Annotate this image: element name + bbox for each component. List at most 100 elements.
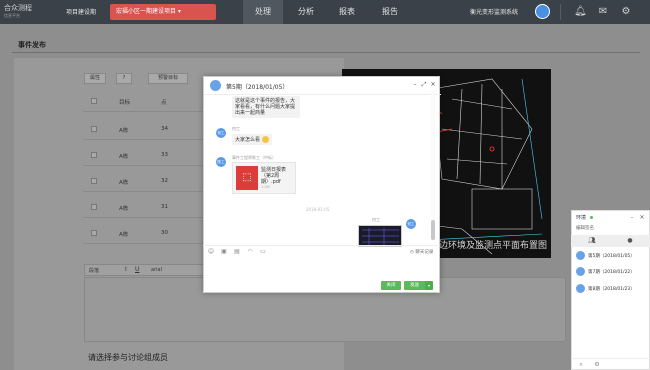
attribute-button-label: 属性	[89, 75, 100, 81]
row-checkbox[interactable]	[91, 152, 97, 158]
image-upload-icon[interactable]: ▣	[220, 248, 228, 256]
format-select[interactable]: 段落	[89, 267, 99, 274]
title-divider	[12, 52, 640, 53]
font-select[interactable]: arial	[151, 267, 162, 273]
maximize-icon[interactable]: ⤢	[420, 80, 428, 90]
file-attachment[interactable]: ⬚ 监测日报表（第2周期）.pdf 1.0M	[232, 162, 296, 194]
minimize-icon[interactable]: –	[411, 80, 419, 90]
send-button[interactable]: 发送	[404, 281, 425, 290]
message-sender: 何工	[372, 217, 380, 222]
col-point-header: 点	[161, 100, 167, 106]
page-title: 事件发布	[18, 41, 46, 49]
underline-icon[interactable]: U	[135, 266, 139, 273]
col-target-header: 目标	[119, 100, 131, 106]
table-row[interactable]: A栋 31	[83, 198, 203, 218]
row-value: 34	[161, 126, 168, 132]
tab-process-label: 处理	[255, 7, 271, 16]
row-target: A栋	[119, 180, 129, 186]
group-list-item[interactable]: 第7期（2018/01/22）	[576, 266, 646, 278]
gear-icon[interactable]: ⚙	[620, 6, 632, 18]
message-timestamp: 2018-01-05	[306, 207, 330, 212]
send-options-caret[interactable]: ▾	[425, 281, 433, 290]
mail-icon[interactable]: ✉	[597, 6, 609, 18]
close-button-label: 关闭	[386, 283, 396, 288]
group-avatar	[576, 267, 585, 276]
table-row[interactable]: A栋 32	[83, 172, 203, 192]
italic-icon[interactable]: I	[125, 266, 127, 273]
message-avatar: 陈工	[216, 157, 226, 167]
tab-report-sheets-label: 报表	[339, 7, 355, 16]
group-list-item[interactable]: 第5期（2018/01/05）	[576, 250, 646, 262]
user-avatar[interactable]	[535, 4, 550, 19]
logo-text: 合众测程	[4, 4, 32, 12]
pdf-icon: ⬚	[236, 166, 258, 190]
chat-toolbar: ☺ ▣ ▤ ◠ ▭	[203, 245, 440, 257]
tab-report-sheets[interactable]: 报表	[327, 0, 367, 24]
nav-divider	[560, 4, 561, 20]
panel-close-icon[interactable]: ✕	[636, 212, 648, 224]
project-select-value: 宏福小区一期建设项目	[116, 8, 177, 15]
message-avatar: 何工	[406, 219, 416, 229]
app-logo[interactable]: 合众测程 信息平台	[4, 4, 32, 20]
settings-icon[interactable]: ⚙	[593, 361, 601, 369]
screenshot-icon[interactable]: ▭	[259, 248, 267, 256]
tab-process[interactable]: 处理	[243, 0, 283, 24]
chat-modal-header: 第5期（2018/01/05） – ⤢ ✕	[204, 77, 441, 95]
row-target: A栋	[119, 206, 129, 212]
row-value: 33	[161, 152, 168, 158]
contact-panel-title: 环境	[576, 215, 587, 221]
user-name[interactable]: 衡光变形监测系统	[470, 7, 518, 16]
help-button-label: ?	[122, 75, 126, 81]
cad-caption: 周边环境及监测点平面布置图	[430, 241, 548, 251]
tab-analysis[interactable]: 分析	[287, 0, 325, 24]
group-name: 第7期（2018/01/22）	[588, 270, 635, 275]
group-avatar	[576, 284, 585, 293]
table-row[interactable]: A栋 33	[83, 146, 203, 166]
image-message[interactable]	[358, 225, 402, 247]
emoji-picker-icon[interactable]: ☺	[207, 248, 215, 256]
row-checkbox[interactable]	[91, 126, 97, 132]
bell-icon[interactable]: 🔔︎	[574, 6, 587, 18]
tab-reports[interactable]: 报告	[370, 0, 410, 24]
table-header-row: 目标 点	[83, 92, 203, 112]
contact-panel-tabs	[571, 235, 650, 247]
group-list-item[interactable]: 第8期（2018/01/23）	[576, 283, 646, 295]
emoji-icon	[261, 136, 269, 143]
row-target: A栋	[119, 128, 129, 134]
search-icon[interactable]: ⌕	[577, 361, 585, 369]
message-bubble: 这就是这个事件的报告，大家看看，有什么问题大家提出来一起商量	[232, 96, 300, 118]
message-text: 大家怎么看	[235, 137, 261, 143]
file-upload-icon[interactable]: ▤	[233, 248, 241, 256]
chats-tab-icon[interactable]: ●	[626, 237, 634, 245]
row-checkbox[interactable]	[91, 204, 97, 210]
row-checkbox[interactable]	[91, 230, 97, 236]
send-button-label: 发送	[410, 283, 419, 288]
row-checkbox[interactable]	[91, 178, 97, 184]
group-name: 第5期（2018/01/05）	[588, 254, 635, 259]
headset-icon[interactable]: ◠	[246, 248, 254, 256]
group-name: 第8期（2018/01/23）	[588, 287, 635, 292]
close-button[interactable]: 关闭	[381, 281, 401, 290]
row-value: 32	[161, 178, 168, 184]
close-icon[interactable]: ✕	[429, 80, 437, 90]
table-row[interactable]: A栋 30	[83, 224, 203, 244]
edit-signature[interactable]: 编辑签名	[576, 225, 594, 231]
chat-history-link[interactable]: ◷ 聊天记录	[410, 249, 433, 255]
file-size: 1.0M	[261, 185, 270, 189]
select-all-checkbox[interactable]	[91, 98, 97, 104]
group-avatar	[576, 251, 585, 260]
chat-scrollbar-thumb[interactable]	[431, 220, 435, 240]
contacts-tab-icon[interactable]: 👥︎	[588, 237, 596, 245]
attribute-button[interactable]: 属性	[84, 73, 106, 84]
message-sender: 事件工程师陈工（中标）	[232, 155, 276, 160]
project-select[interactable]: 宏福小区一期建设项目 ▾	[110, 4, 216, 20]
table-row[interactable]: A栋 34	[83, 120, 203, 140]
members-label: 请选择参与讨论组成员	[88, 353, 168, 362]
help-button[interactable]: ?	[116, 73, 132, 84]
tab-analysis-label: 分析	[298, 7, 314, 16]
online-status-dot	[590, 216, 593, 219]
chat-scrollbar[interactable]	[431, 90, 435, 240]
tab-reports-label: 报告	[382, 7, 398, 16]
warning-target-button[interactable]: 预警目标	[148, 73, 188, 84]
top-nav-bar	[0, 0, 650, 24]
